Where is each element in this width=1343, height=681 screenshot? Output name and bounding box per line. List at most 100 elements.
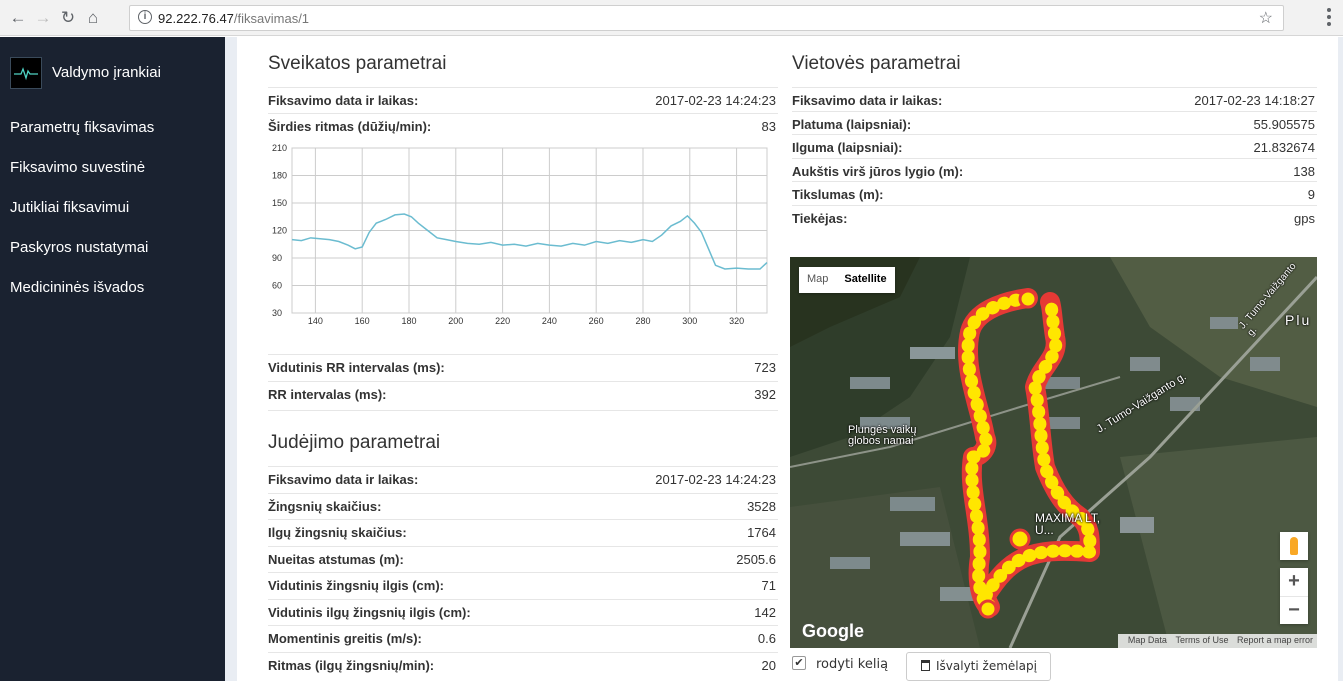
page-gutter: [1338, 37, 1343, 681]
y-tick-label: 150: [272, 198, 287, 208]
show-path-checkbox[interactable]: ✔: [792, 656, 806, 670]
info-icon[interactable]: i: [138, 10, 152, 24]
sidebar: Valdymo įrankiai Parametrų fiksavimas Fi…: [0, 37, 225, 681]
route-path: [957, 288, 1100, 619]
row-value: 2017-02-23 14:24:23: [655, 472, 776, 487]
url-text[interactable]: 92.222.76.47/fiksavimas/1: [158, 11, 309, 26]
row-label: Vidutinis RR intervalas (ms):: [268, 360, 445, 375]
row-label: Momentinis greitis (m/s):: [268, 631, 422, 646]
sidebar-item-jutikliai[interactable]: Jutikliai fiksavimui: [10, 199, 129, 216]
row-label: Tiekėjas:: [792, 210, 848, 226]
heart-rate-line: [291, 213, 768, 270]
show-path-label[interactable]: rodyti kelią: [816, 657, 888, 672]
row-label: Ilgų žingsnių skaičius:: [268, 525, 407, 540]
x-tick-label: 180: [401, 316, 416, 326]
route-map[interactable]: Map Satellite Plungės vaikų globos namai …: [790, 257, 1317, 648]
location-section-title: Vietovės parametrai: [792, 53, 961, 74]
movement-row: Fiksavimo data ir laikas: 2017-02-23 14:2…: [268, 466, 778, 490]
home-icon[interactable]: ⌂: [83, 8, 103, 28]
movement-row: Ritmas (ilgų žingsnių/min): 20: [268, 651, 778, 676]
back-icon[interactable]: ←: [8, 8, 28, 28]
row-value: 2505.6: [736, 551, 776, 567]
zoom-control: + −: [1280, 568, 1308, 624]
row-label: Vidutinis ilgų žingsnių ilgis (cm):: [268, 604, 471, 620]
location-row: Platuma (laipsniai): 55.905575: [792, 110, 1317, 135]
brand-title[interactable]: Valdymo įrankiai: [52, 64, 161, 81]
row-label: Fiksavimo data ir laikas:: [268, 93, 419, 108]
movement-row: Ilgų žingsnių skaičius: 1764: [268, 519, 778, 543]
row-label: Žingsnių skaičius:: [268, 498, 382, 514]
location-row: Aukštis virš jūros lygio (m): 138: [792, 157, 1317, 182]
movement-row: Nueitas atstumas (m): 2505.6: [268, 545, 778, 570]
health-row-datetime: Fiksavimo data ir laikas: 2017-02-23 14:…: [268, 87, 778, 111]
sidebar-item-medicinines-isvados[interactable]: Medicininės išvados: [10, 279, 144, 296]
row-label: Fiksavimo data ir laikas:: [268, 472, 419, 487]
street-view-pegman-icon[interactable]: [1280, 532, 1308, 560]
x-tick-label: 320: [729, 316, 744, 326]
movement-row: Žingsnių skaičius: 3528: [268, 492, 778, 517]
map-type-control[interactable]: Map Satellite: [799, 267, 895, 293]
forward-icon[interactable]: →: [33, 8, 53, 28]
row-value: 20: [761, 657, 776, 673]
report-error-link[interactable]: Report a map error: [1237, 635, 1313, 645]
row-value: 392: [754, 387, 776, 402]
row-label: Platuma (laipsniai):: [792, 116, 912, 132]
y-tick-label: 30: [272, 308, 282, 318]
y-tick-label: 120: [272, 226, 287, 236]
map-label-city: Plu: [1285, 312, 1312, 328]
y-tick-label: 180: [272, 171, 287, 181]
map-data-link[interactable]: Map Data: [1128, 635, 1167, 645]
row-value: 3528: [747, 498, 776, 514]
sidebar-item-fiksavimo-suvestine[interactable]: Fiksavimo suvestinė: [10, 159, 145, 176]
location-row: Fiksavimo data ir laikas: 2017-02-23 14:1…: [792, 87, 1317, 111]
google-logo: Google: [802, 621, 864, 641]
x-tick-label: 160: [355, 316, 370, 326]
row-value: 0.6: [757, 631, 776, 646]
health-row-rr: RR intervalas (ms): 392: [268, 381, 778, 411]
row-label: Aukštis virš jūros lygio (m):: [792, 163, 964, 179]
map-label-shop: MAXIMA LT, U...: [1035, 511, 1101, 537]
location-row: Tikslumas (m): 9: [792, 181, 1317, 205]
x-tick-label: 300: [682, 316, 697, 326]
row-label: Ritmas (ilgų žingsnių/min):: [268, 657, 435, 673]
address-bar[interactable]: i 92.222.76.47/fiksavimas/1 ☆: [129, 5, 1284, 31]
row-value: 71: [761, 578, 776, 593]
row-label: Nueitas atstumas (m):: [268, 551, 404, 567]
health-section-title: Sveikatos parametrai: [268, 53, 447, 74]
row-value: 21.832674: [1253, 140, 1315, 155]
sidebar-item-parametru-fiksavimas[interactable]: Parametrų fiksavimas: [10, 119, 154, 136]
sidebar-gutter: [225, 37, 237, 681]
row-value: 1764: [747, 525, 776, 540]
sidebar-item-paskyros-nustatymai[interactable]: Paskyros nustatymai: [10, 239, 148, 256]
row-value: 55.905575: [1253, 116, 1315, 132]
reload-icon[interactable]: ↻: [58, 8, 78, 28]
movement-row: Momentinis greitis (m/s): 0.6: [268, 625, 778, 649]
row-value: 138: [1293, 163, 1315, 179]
clear-map-button[interactable]: Išvalyti žemėlapį: [906, 652, 1051, 681]
map-label-place: Plungės vaikų globos namai: [848, 424, 917, 447]
terms-link[interactable]: Terms of Use: [1175, 635, 1228, 645]
zoom-out-button[interactable]: −: [1280, 596, 1308, 624]
y-tick-label: 210: [272, 143, 287, 153]
zoom-in-button[interactable]: +: [1280, 568, 1308, 596]
map-type-map-button[interactable]: Map: [799, 267, 836, 291]
row-label: Tikslumas (m):: [792, 187, 884, 202]
row-value: 142: [754, 604, 776, 620]
health-row-avg-rr: Vidutinis RR intervalas (ms): 723: [268, 354, 778, 378]
map-type-satellite-button[interactable]: Satellite: [836, 267, 894, 291]
brand-logo: [10, 57, 42, 89]
movement-row: Vidutinis ilgų žingsnių ilgis (cm): 142: [268, 598, 778, 623]
row-value: gps: [1294, 210, 1315, 226]
row-value: 83: [761, 119, 776, 134]
clear-map-label: Išvalyti žemėlapį: [936, 659, 1037, 673]
row-value: 9: [1307, 187, 1315, 202]
browser-menu-icon[interactable]: [1327, 8, 1331, 28]
x-tick-label: 200: [448, 316, 463, 326]
map-attribution: Map Data Terms of Use Report a map error: [1117, 634, 1317, 648]
browser-toolbar: ← → ↻ ⌂ i 92.222.76.47/fiksavimas/1 ☆: [0, 0, 1343, 36]
x-tick-label: 240: [542, 316, 557, 326]
row-label: RR intervalas (ms):: [268, 387, 387, 402]
row-value: 2017-02-23 14:24:23: [655, 93, 776, 108]
location-row: Tiekėjas: gps: [792, 204, 1317, 229]
bookmark-star-icon[interactable]: ☆: [1259, 8, 1273, 28]
